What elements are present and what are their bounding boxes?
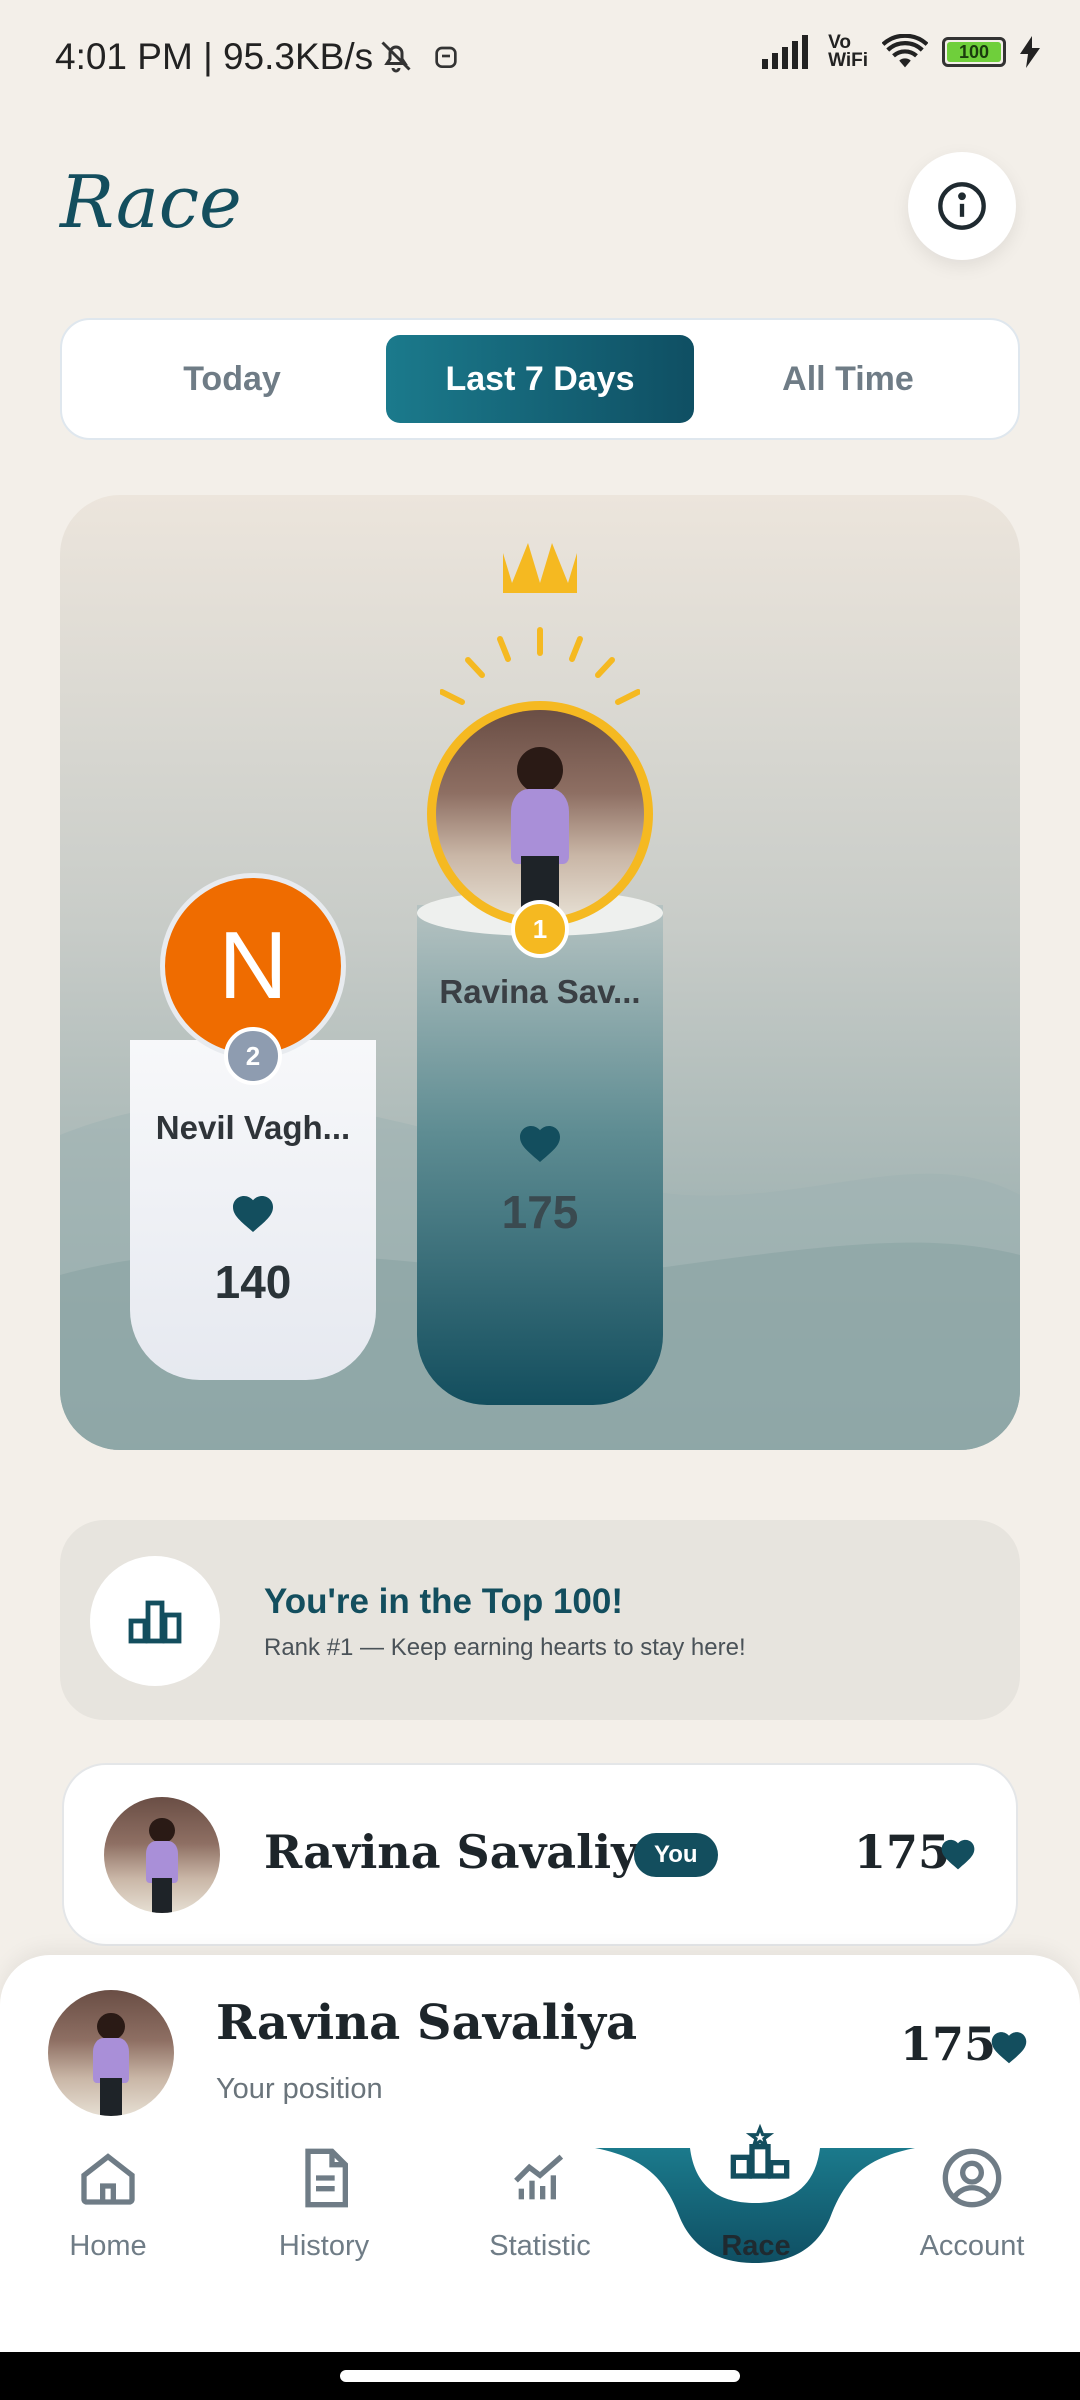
heart-icon [991, 2032, 1027, 2064]
tab-today[interactable]: Today [78, 335, 386, 423]
signal-icon [762, 35, 809, 69]
nav-statistic[interactable]: Statistic [450, 2130, 630, 2263]
podium-icon [730, 2123, 790, 2179]
nav-race-label: Race [721, 2230, 791, 2262]
info-icon [938, 182, 986, 230]
my-hearts: 175 [900, 2017, 997, 2071]
wifi-icon [882, 34, 928, 68]
bar-chart-icon [128, 1600, 182, 1644]
home-indicator[interactable] [340, 2370, 740, 2382]
page-title: Race [60, 160, 242, 244]
avatar [104, 1797, 220, 1913]
nav-home[interactable]: Home [18, 2130, 198, 2263]
rank-second-badge: 2 [224, 1027, 282, 1085]
first-name: Ravina Sav... [439, 973, 641, 1010]
crown-icon [440, 543, 640, 705]
my-name: Ravina Savaliya [216, 1995, 638, 2051]
podium-card: 1 Ravina Sav... 175 N 2 Nevil Vagh... 14… [60, 495, 1020, 1450]
my-avatar [48, 1990, 174, 2116]
home-icon [81, 2153, 135, 2205]
second-name: Nevil Vagh... [155, 1109, 351, 1146]
tab-all-time[interactable]: All Time [694, 335, 1002, 423]
document-icon [305, 2148, 348, 2208]
status-time: 4:01 PM | 95.3KB/s [55, 36, 374, 77]
heart-icon [941, 1839, 975, 1870]
tab-last-7-days[interactable]: Last 7 Days [386, 335, 694, 423]
nav-account[interactable]: Account [882, 2130, 1062, 2263]
you-badge: You [634, 1833, 718, 1877]
battery-level: 100 [958, 41, 990, 62]
vowifi-icon: Vo WiFi [828, 32, 868, 71]
rank-first-badge: 1 [511, 900, 569, 958]
status-bar: 4:01 PM | 95.3KB/s Vo WiFi 100 [0, 0, 1080, 110]
heart-icon [520, 1126, 560, 1162]
mute-icon [378, 36, 414, 81]
nav-home-label: Home [69, 2230, 147, 2262]
rank-banner: You're in the Top 100! Rank #1 — Keep ea… [60, 1520, 1020, 1720]
first-avatar[interactable] [436, 710, 644, 918]
rank-banner-title: You're in the Top 100! [264, 1582, 624, 1621]
account-icon [942, 2148, 1002, 2208]
rank-banner-subtitle: Rank #1 — Keep earning hearts to stay he… [264, 1634, 746, 1661]
nav-history[interactable]: History [234, 2130, 414, 2263]
second-hearts: 140 [214, 1256, 292, 1308]
nav-history-label: History [278, 2230, 370, 2262]
battery-icon: 100 [942, 37, 1006, 67]
chart-icon [514, 2154, 564, 2200]
heart-icon [233, 1196, 273, 1232]
period-tabs: Today Last 7 Days All Time [60, 318, 1020, 440]
charging-icon [1020, 36, 1040, 68]
leaderboard-name: Ravina Savaliya [264, 1825, 668, 1879]
nav-account-label: Account [919, 2230, 1025, 2262]
leaderboard-row[interactable]: Ravina Savaliya You 175 [62, 1763, 1018, 1946]
leaderboard-hearts: 175 [854, 1825, 951, 1879]
my-position-caption: Your position [216, 2073, 383, 2105]
leaderboard-icon-badge [90, 1556, 220, 1686]
nav-statistic-label: Statistic [489, 2230, 591, 2262]
first-hearts: 175 [501, 1186, 579, 1238]
nav-race[interactable]: Race [666, 2123, 846, 2263]
status-icons: Vo WiFi 100 [762, 32, 1040, 71]
info-button[interactable] [908, 152, 1016, 260]
robot-icon [430, 38, 462, 79]
